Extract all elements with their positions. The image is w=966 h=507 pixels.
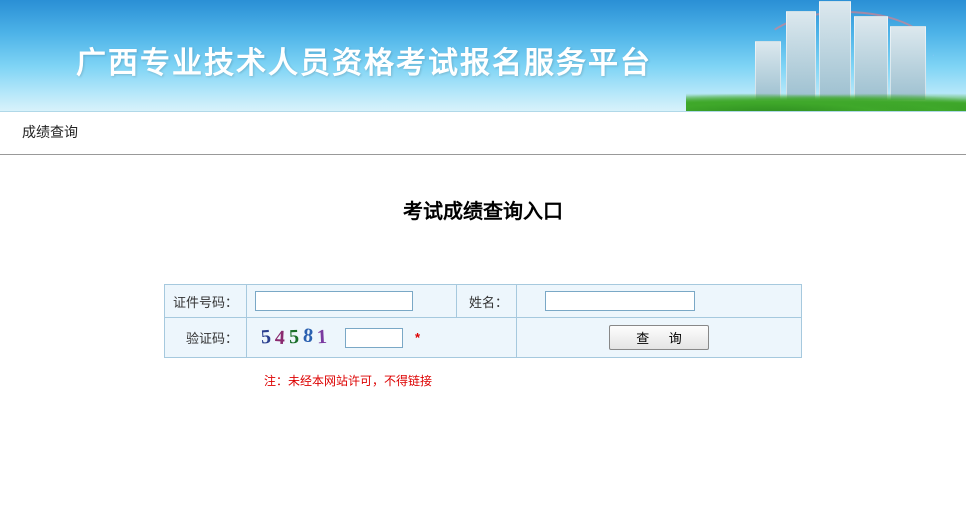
- building-icon: [854, 16, 888, 101]
- id-label: 证件号码：: [165, 285, 247, 318]
- building-icon: [819, 1, 851, 101]
- grass-icon: [686, 93, 966, 112]
- id-cell: [247, 285, 457, 318]
- captcha-input[interactable]: [345, 328, 403, 348]
- captcha-char: 5: [260, 326, 276, 350]
- id-input[interactable]: [255, 291, 413, 311]
- header-banner: 广西专业技术人员资格考试报名服务平台: [0, 0, 966, 112]
- building-icon: [786, 11, 816, 101]
- captcha-cell: 5 4 5 8 1 *: [247, 318, 517, 358]
- button-cell: 查 询: [517, 318, 802, 358]
- site-title: 广西专业技术人员资格考试报名服务平台: [76, 38, 652, 82]
- captcha-image[interactable]: 5 4 5 8 1: [255, 324, 337, 351]
- required-mark: *: [415, 330, 420, 345]
- name-label: 姓名：: [457, 285, 517, 318]
- row-identity: 证件号码： 姓名：: [165, 285, 802, 318]
- captcha-label: 验证码：: [165, 318, 247, 358]
- captcha-char: 1: [316, 326, 331, 350]
- building-icon: [755, 41, 781, 101]
- query-button[interactable]: 查 询: [609, 325, 709, 350]
- captcha-char: 4: [274, 327, 289, 351]
- main-content: 考试成绩查询入口 证件号码： 姓名： 验证码： 5 4 5 8: [0, 155, 966, 449]
- breadcrumb-bar: 成绩查询: [0, 112, 966, 155]
- banner-decoration: [686, 0, 966, 111]
- name-input[interactable]: [545, 291, 695, 311]
- name-cell: [517, 285, 802, 318]
- breadcrumb-item: 成绩查询: [22, 124, 78, 140]
- building-icon: [890, 26, 926, 101]
- footnote: 注：未经本网站许可，不得链接: [164, 372, 802, 389]
- row-captcha: 验证码： 5 4 5 8 1 * 查 询: [165, 318, 802, 358]
- section-title: 考试成绩查询入口: [0, 195, 966, 224]
- query-form: 证件号码： 姓名： 验证码： 5 4 5 8 1: [164, 284, 802, 358]
